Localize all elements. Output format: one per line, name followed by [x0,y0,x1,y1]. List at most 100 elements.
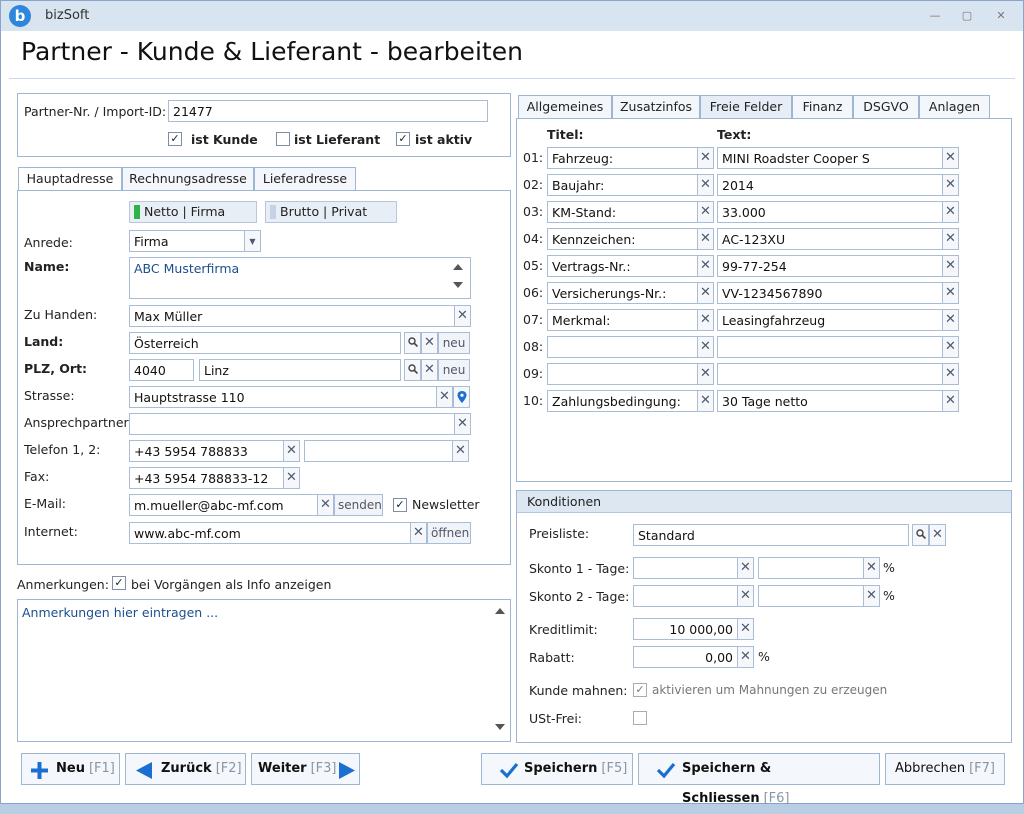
anrede-select[interactable]: Firma [129,230,245,252]
tab-allgemeines[interactable]: Allgemeines [518,95,612,119]
brutto-privat-toggle[interactable]: Brutto | Privat [265,201,397,223]
tab-finanz[interactable]: Finanz [792,95,853,119]
skonto2-prozent-clear-button[interactable]: ✕ [863,585,880,607]
anrede-dropdown-button[interactable]: ▼ [244,230,261,252]
netto-firma-toggle[interactable]: Netto | Firma [129,201,257,223]
free-field-text-input[interactable]: VV-1234567890 [717,282,943,304]
skonto1-prozent-input[interactable] [758,557,864,579]
ort-search-icon[interactable] [404,359,421,381]
free-field-title-clear-button[interactable]: ✕ [697,228,714,250]
free-field-text-input[interactable]: MINI Roadster Cooper S [717,147,943,169]
free-field-title-clear-button[interactable]: ✕ [697,282,714,304]
free-field-text-input[interactable] [717,363,943,385]
skonto1-prozent-clear-button[interactable]: ✕ [863,557,880,579]
free-field-text-input[interactable]: AC-123XU [717,228,943,250]
skonto2-prozent-input[interactable] [758,585,864,607]
scroll-up-icon[interactable] [495,608,505,614]
zurueck-button[interactable]: Zurück [F2] [125,753,246,785]
close-button[interactable]: ✕ [993,9,1009,23]
fax-input[interactable]: +43 5954 788833-12 [129,467,284,489]
skonto2-tage-clear-button[interactable]: ✕ [737,585,754,607]
free-field-text-input[interactable]: Leasingfahrzeug [717,309,943,331]
preisliste-input[interactable]: Standard [633,524,909,546]
name-textarea[interactable]: ABC Musterfirma [129,257,471,299]
scroll-down-icon[interactable] [495,724,505,730]
free-field-text-input[interactable]: 99-77-254 [717,255,943,277]
free-field-text-clear-button[interactable]: ✕ [942,363,959,385]
free-field-title-clear-button[interactable]: ✕ [697,174,714,196]
free-field-title-input[interactable] [547,363,698,385]
tab-rechnungsadresse[interactable]: Rechnungsadresse [122,167,254,191]
preisliste-search-icon[interactable] [912,524,929,546]
skonto1-tage-input[interactable] [633,557,738,579]
neu-button[interactable]: Neu [F1] [21,753,120,785]
free-field-title-clear-button[interactable]: ✕ [697,201,714,223]
tab-lieferadresse[interactable]: Lieferadresse [254,167,356,191]
free-field-title-input[interactable]: KM-Stand: [547,201,698,223]
free-field-title-clear-button[interactable]: ✕ [697,363,714,385]
telefon2-clear-button[interactable]: ✕ [452,440,469,462]
free-field-text-clear-button[interactable]: ✕ [942,390,959,412]
plz-input[interactable]: 4040 [129,359,194,381]
ist-kunde-checkbox[interactable]: ✓ [168,132,182,146]
tab-zusatzinfos[interactable]: Zusatzinfos [612,95,700,119]
kreditlimit-input[interactable]: 10 000,00 [633,618,738,640]
free-field-title-clear-button[interactable]: ✕ [697,390,714,412]
fax-clear-button[interactable]: ✕ [283,467,300,489]
land-clear-button[interactable]: ✕ [421,332,438,354]
ort-neu-button[interactable]: neu [438,359,470,381]
free-field-title-input[interactable] [547,336,698,358]
free-field-text-clear-button[interactable]: ✕ [942,255,959,277]
land-search-icon[interactable] [404,332,421,354]
free-field-title-clear-button[interactable]: ✕ [697,309,714,331]
zuhanden-input[interactable]: Max Müller [129,305,455,327]
land-neu-button[interactable]: neu [438,332,470,354]
telefon1-input[interactable]: +43 5954 788833 [129,440,284,462]
ist-lieferant-checkbox[interactable] [276,132,290,146]
tab-freie-felder[interactable]: Freie Felder [700,95,792,119]
zuhanden-clear-button[interactable]: ✕ [454,305,471,327]
scroll-up-icon[interactable] [453,264,463,270]
free-field-text-input[interactable] [717,336,943,358]
speichern-button[interactable]: Speichern [F5] [481,753,633,785]
partner-id-input[interactable]: 21477 [168,100,488,122]
free-field-text-clear-button[interactable]: ✕ [942,309,959,331]
skonto2-tage-input[interactable] [633,585,738,607]
free-field-title-input[interactable]: Zahlungsbedingung: [547,390,698,412]
free-field-title-clear-button[interactable]: ✕ [697,147,714,169]
ansprechpartner-input[interactable] [129,413,455,435]
free-field-text-clear-button[interactable]: ✕ [942,336,959,358]
free-field-text-input[interactable]: 2014 [717,174,943,196]
tab-anlagen[interactable]: Anlagen [919,95,990,119]
free-field-title-clear-button[interactable]: ✕ [697,255,714,277]
internet-clear-button[interactable]: ✕ [410,522,427,544]
info-anzeigen-checkbox[interactable]: ✓ [112,576,126,590]
weiter-button[interactable]: Weiter [F3] [251,753,360,785]
free-field-text-clear-button[interactable]: ✕ [942,282,959,304]
maximize-button[interactable]: ▢ [959,9,975,23]
telefon1-clear-button[interactable]: ✕ [283,440,300,462]
strasse-input[interactable]: Hauptstrasse 110 [129,386,437,408]
telefon2-input[interactable] [304,440,453,462]
speichern-schliessen-button[interactable]: Speichern & Schliessen [F6] [638,753,880,806]
tab-hauptadresse[interactable]: Hauptadresse [18,167,122,191]
ort-input[interactable]: Linz [199,359,401,381]
map-pin-icon[interactable] [453,386,470,408]
rabatt-clear-button[interactable]: ✕ [737,646,754,668]
preisliste-clear-button[interactable]: ✕ [929,524,946,546]
ort-clear-button[interactable]: ✕ [421,359,438,381]
name-scrollbar[interactable] [450,261,466,295]
skonto1-tage-clear-button[interactable]: ✕ [737,557,754,579]
email-clear-button[interactable]: ✕ [317,494,334,516]
free-field-text-clear-button[interactable]: ✕ [942,201,959,223]
abbrechen-button[interactable]: Abbrechen [F7] [885,753,1005,785]
ust-frei-checkbox[interactable] [633,711,647,725]
email-senden-button[interactable]: senden [334,494,383,516]
ist-aktiv-checkbox[interactable]: ✓ [396,132,410,146]
free-field-title-input[interactable]: Vertrags-Nr.: [547,255,698,277]
rabatt-input[interactable]: 0,00 [633,646,738,668]
scroll-down-icon[interactable] [453,282,463,288]
free-field-title-input[interactable]: Kennzeichen: [547,228,698,250]
anmerkungen-scrollbar[interactable] [492,608,508,736]
internet-input[interactable]: www.abc-mf.com [129,522,411,544]
